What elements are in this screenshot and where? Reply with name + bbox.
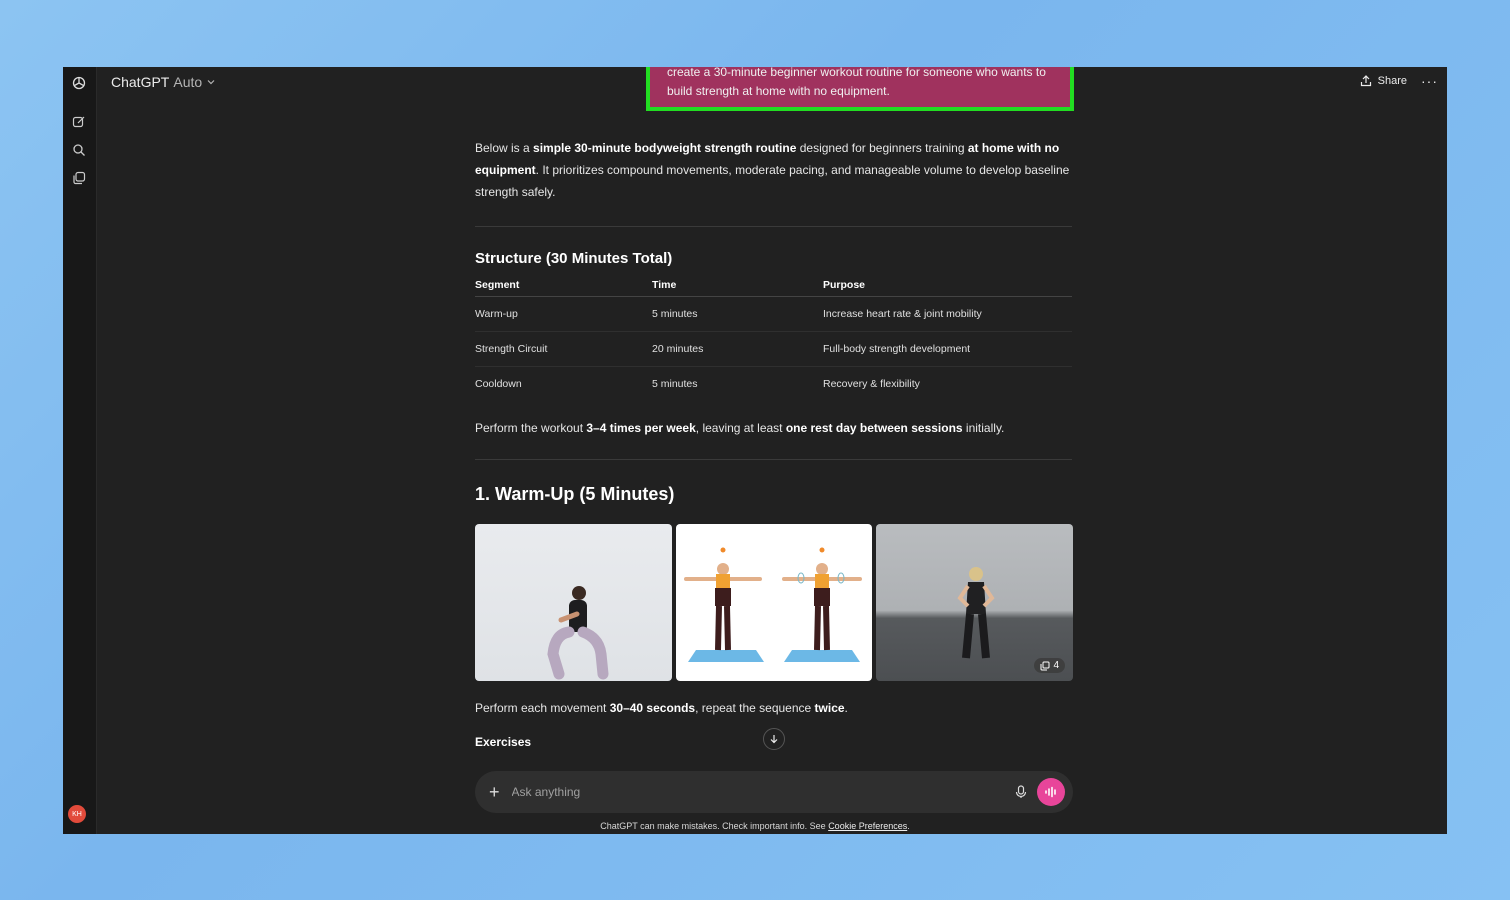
composer: + — [475, 771, 1073, 813]
message-input[interactable] — [509, 784, 1015, 800]
cookie-preferences-link[interactable]: Cookie Preferences — [828, 821, 907, 831]
instruction-paragraph: Perform each movement 30–40 seconds, rep… — [475, 701, 848, 715]
library-icon[interactable] — [68, 167, 90, 189]
gallery-icon — [1040, 661, 1050, 670]
arm-circles-image[interactable] — [675, 524, 873, 681]
share-icon — [1360, 75, 1371, 87]
warmup-heading: 1. Warm-Up (5 Minutes) — [475, 484, 675, 504]
model-selector[interactable]: ChatGPT Auto — [111, 74, 216, 90]
voice-mode-button[interactable] — [1037, 778, 1065, 806]
structure-heading: Structure (30 Minutes Total) — [475, 250, 673, 267]
assistant-response: Below is a simple 30-minute bodyweight s… — [475, 137, 1072, 505]
new-chat-icon[interactable] — [68, 111, 90, 133]
image-count-badge[interactable]: 4 — [1034, 658, 1066, 673]
sidebar: KH — [63, 67, 97, 834]
intro-paragraph: Below is a simple 30-minute bodyweight s… — [475, 141, 1070, 199]
warmup-image-gallery: 4 — [475, 524, 1074, 681]
chatgpt-window: KH ChatGPT Auto Share ··· create a 30-mi… — [63, 67, 1447, 834]
table-header: Segment — [475, 274, 652, 297]
table-header: Purpose — [823, 274, 1072, 297]
scroll-down-button[interactable] — [763, 728, 785, 750]
microphone-icon[interactable] — [1015, 785, 1027, 799]
chevron-down-icon — [207, 80, 215, 85]
squat-image[interactable] — [475, 524, 672, 681]
add-attachment-icon[interactable]: + — [489, 783, 500, 801]
arrow-down-icon — [770, 735, 778, 744]
search-icon[interactable] — [68, 139, 90, 161]
share-label: Share — [1377, 75, 1407, 87]
structure-table: Segment Time Purpose Warm-up 5 minutes I… — [475, 274, 1072, 401]
disclaimer: ChatGPT can make mistakes. Check importa… — [600, 821, 910, 831]
openai-logo-icon[interactable] — [68, 72, 90, 94]
divider — [475, 459, 1072, 460]
frequency-paragraph: Perform the workout 3–4 times per week, … — [475, 421, 1005, 435]
share-button[interactable]: Share — [1360, 75, 1407, 87]
table-row: Strength Circuit 20 minutes Full-body st… — [475, 331, 1072, 367]
table-row: Warm-up 5 minutes Increase heart rate & … — [475, 296, 1072, 332]
app-title: ChatGPT — [111, 74, 170, 90]
model-name: Auto — [173, 74, 203, 90]
divider — [475, 226, 1072, 227]
hip-circles-image[interactable]: 4 — [876, 524, 1074, 681]
table-header: Time — [652, 274, 823, 297]
more-options-icon[interactable]: ··· — [1421, 73, 1438, 89]
user-message: create a 30-minute beginner workout rout… — [646, 67, 1074, 111]
table-row: Cooldown 5 minutes Recovery & flexibilit… — [475, 378, 920, 390]
waveform-icon — [1045, 786, 1056, 798]
